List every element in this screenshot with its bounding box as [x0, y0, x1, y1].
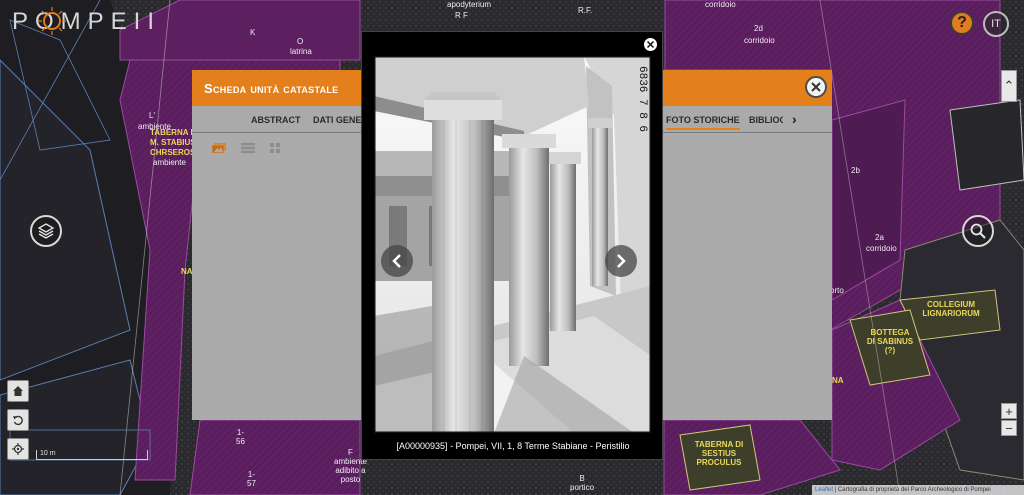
- map-label-bottega: BOTTEGA DI SABINUS (?): [866, 328, 914, 355]
- search-button[interactable]: [962, 215, 994, 247]
- scheda-title: Scheda unità catastale: [204, 81, 339, 96]
- map-label-l: L': [149, 111, 155, 120]
- map-label-1-57: 1- 57: [247, 470, 256, 488]
- leaflet-link[interactable]: Leaflet: [815, 487, 833, 493]
- layers-button[interactable]: [30, 215, 62, 247]
- map-label-o: O: [297, 37, 304, 46]
- tab-bibliografia[interactable]: BIBLIOGRAFIA: [749, 115, 783, 125]
- map-label-2b: 2b: [851, 166, 860, 175]
- scheda-close-button[interactable]: [805, 76, 827, 98]
- zoom-in-button[interactable]: +: [1001, 403, 1017, 419]
- scale-bar: 10 m: [36, 450, 148, 460]
- map-label-collegium: COLLEGIUM LIGNARIORUM: [922, 300, 980, 318]
- map-label-apodyterium: apodyterium: [447, 0, 492, 9]
- list-view-icon[interactable]: [241, 143, 255, 153]
- map-label-corridoio-top: corridoio: [705, 0, 736, 9]
- help-button[interactable]: ?: [950, 11, 974, 35]
- zoom-out-button[interactable]: −: [1001, 420, 1017, 436]
- map-label-taberna-sestius: TABERNA DI SESTIUS PROCULUS: [694, 440, 744, 467]
- map-label-orto: orto: [830, 286, 844, 295]
- gallery-view-icon[interactable]: [212, 143, 226, 153]
- chevron-up-icon: ⌃: [1003, 78, 1015, 93]
- scale-label: 10 m: [40, 450, 56, 457]
- grid-view-icon[interactable]: [270, 143, 280, 153]
- modal-close-button[interactable]: [644, 38, 657, 51]
- search-icon: [970, 223, 986, 239]
- home-button[interactable]: [7, 380, 29, 402]
- language-button[interactable]: IT: [983, 11, 1009, 37]
- map-label-stabius: M. STABIUS: [150, 138, 196, 147]
- map-label-rf2: R.F.: [578, 6, 593, 15]
- map-label-2d: 2d: [754, 24, 763, 33]
- tab-dati-generali[interactable]: DATI GENERALI: [313, 115, 361, 125]
- reset-view-button[interactable]: [7, 409, 29, 431]
- map-label-corridoio-2: corridoio: [744, 36, 775, 45]
- next-photo-button[interactable]: [605, 245, 637, 277]
- previous-photo-button[interactable]: [381, 245, 413, 277]
- map-label-latrina: latrina: [290, 47, 312, 56]
- app-logo[interactable]: POMPEII: [12, 8, 161, 36]
- tabs-next-button[interactable]: ›: [792, 111, 797, 127]
- map-attribution: Leaflet | Cartografia di proprietà del P…: [812, 485, 1024, 495]
- sun-emblem-icon: [38, 7, 66, 35]
- scroll-up-button[interactable]: ⌃: [1001, 70, 1017, 102]
- tab-foto-storiche[interactable]: FOTO STORICHE: [666, 115, 740, 130]
- close-icon: [647, 41, 654, 48]
- map-label-na-2: NA: [832, 376, 844, 385]
- map-label-1-56: 1- 56: [236, 428, 245, 446]
- photo-inventory-number: 6836 7 8 6: [636, 66, 648, 133]
- historic-photo: 6836 7 8 6: [374, 56, 651, 433]
- close-icon: [811, 82, 821, 92]
- map-label-b-portico: B portico: [570, 474, 595, 492]
- map-label-ambiente-2: ambiente: [153, 158, 186, 167]
- photo-peristilio-image: [374, 56, 651, 433]
- attribution-text: | Cartografia di proprietà del Parco Arc…: [833, 487, 991, 493]
- chevron-right-icon: [617, 254, 626, 268]
- map-label-chrseros: CHRSEROS: [150, 148, 196, 157]
- rotate-icon: [13, 415, 23, 426]
- photo-viewer-modal: 6836 7 8 6 [A00000935] - Pompei, VII, 1,…: [361, 31, 663, 460]
- map-label-na: NA: [181, 267, 193, 276]
- locate-icon: [12, 443, 24, 455]
- locate-button[interactable]: [7, 438, 29, 460]
- map-label-2a: 2a: [875, 233, 884, 242]
- map-label-rf: R F: [455, 11, 468, 20]
- chevron-left-icon: [392, 254, 401, 268]
- photo-caption: [A00000935] - Pompei, VII, 1, 8 Terme St…: [396, 441, 630, 451]
- tab-abstract[interactable]: ABSTRACT: [251, 115, 301, 125]
- map-label-corridoio-3: corridoio: [866, 244, 897, 253]
- map-label-k: K: [250, 28, 256, 37]
- layers-icon: [37, 223, 55, 239]
- home-icon: [13, 386, 23, 396]
